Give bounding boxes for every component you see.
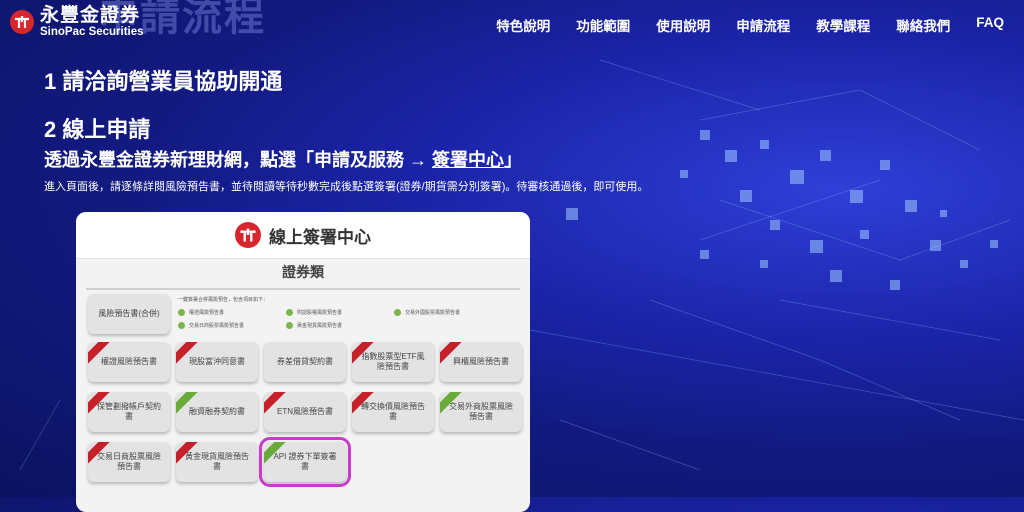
document-tile[interactable]: 興櫃風險預告書 <box>440 342 522 382</box>
step-2-heading: 2 線上申請 <box>44 117 151 142</box>
document-tile[interactable]: 現股當沖同意書 <box>176 342 258 382</box>
checklist-item: 交易日商股票風險預告書 <box>178 322 244 329</box>
nav-usage[interactable]: 使用說明 <box>643 15 723 35</box>
check-icon <box>286 322 293 329</box>
main-nav: 特色說明 功能範圍 使用說明 申請流程 教學課程 聯絡我們 FAQ <box>483 15 1006 35</box>
nav-courses[interactable]: 教學課程 <box>803 15 883 35</box>
instruction-note: 進入頁面後，請逐條詳閱風險預告書，並待閱讀等待秒數完成後點選簽署(證券/期貨需分… <box>44 181 649 193</box>
instruction-prefix: 透過永豐金證券新理財網，點選「申請及服務 → <box>44 150 432 170</box>
tile-label: 權證風險預告書 <box>101 357 157 366</box>
tile-label: 轉交換債風險預告書 <box>361 402 425 421</box>
tile-label: 交易外商股票風險預告書 <box>449 402 513 421</box>
nav-faq[interactable]: FAQ <box>963 15 1006 35</box>
signing-center-link[interactable]: 簽署中心 <box>432 150 504 170</box>
tile-label: 風險預告書(合併) <box>98 309 160 318</box>
checklist-item: 附認股權風險預告書 <box>286 309 342 316</box>
nav-scope[interactable]: 功能範圍 <box>563 15 643 35</box>
tile-label: API 證券下單簽署書 <box>273 452 337 471</box>
tile-label: 融資融券契約書 <box>189 407 245 416</box>
brand-name-en: SinoPac Securities <box>40 26 144 38</box>
instruction-suffix: 」 <box>504 150 522 170</box>
combined-risk-tile[interactable]: 風險預告書(合併) <box>88 294 170 334</box>
signing-center-card: 線上簽署中心 證券類 風險預告書(合併) 一鍵簽署合併風險預告，包含項目如下： … <box>76 212 530 512</box>
document-tile[interactable]: 黃金現貨風險預告書 <box>176 442 258 482</box>
checklist-intro: 一鍵簽署合併風險預告，包含項目如下： <box>178 297 269 303</box>
check-icon <box>286 309 293 316</box>
tile-label: ETN風險預告書 <box>277 407 333 416</box>
nav-contact[interactable]: 聯絡我們 <box>883 15 963 35</box>
tile-label: 券差借貸契約書 <box>277 357 333 366</box>
tile-label: 指數股票型ETF風險預告書 <box>361 352 425 371</box>
instruction-line: 透過永豐金證券新理財網，點選「申請及服務 → 簽署中心」 <box>44 146 522 172</box>
tile-label: 現股當沖同意書 <box>189 357 245 366</box>
tile-label: 保管劃撥帳戶契約書 <box>97 402 161 421</box>
document-tile[interactable]: ETN風險預告書 <box>264 392 346 432</box>
check-icon <box>178 309 185 316</box>
checklist-item: 黃金現貨風險預告書 <box>286 322 342 329</box>
nav-features[interactable]: 特色說明 <box>483 15 563 35</box>
section-title: 證券類 <box>86 262 520 290</box>
check-icon <box>178 322 185 329</box>
top-header: 申請流程 永豐金證券 SinoPac Securities 特色說明 功能範圍 … <box>0 0 1024 54</box>
checklist-item: 交易外國股票風險預告書 <box>394 309 460 316</box>
step-1-heading: 1 請洽詢營業員協助開通 <box>44 69 283 94</box>
check-icon <box>394 309 401 316</box>
document-tile[interactable]: 權證風險預告書 <box>88 342 170 382</box>
brand-logo[interactable]: 永豐金證券 SinoPac Securities <box>10 6 144 39</box>
document-tile[interactable]: 保管劃撥帳戶契約書 <box>88 392 170 432</box>
card-header: 線上簽署中心 <box>76 212 530 259</box>
tile-label: 黃金現貨風險預告書 <box>185 452 249 471</box>
document-tile[interactable]: 轉交換債風險預告書 <box>352 392 434 432</box>
document-tile[interactable]: 指數股票型ETF風險預告書 <box>352 342 434 382</box>
brand-name-cn: 永豐金證券 <box>40 5 141 26</box>
document-tile[interactable]: 券差借貸契約書 <box>264 342 346 382</box>
document-tile[interactable]: 交易外商股票風險預告書 <box>440 392 522 432</box>
nav-apply-process[interactable]: 申請流程 <box>723 15 803 35</box>
tile-label: 交易日商股票風險預告書 <box>97 452 161 471</box>
tile-label: 興櫃風險預告書 <box>453 357 509 366</box>
document-tile[interactable]: 交易日商股票風險預告書 <box>88 442 170 482</box>
sinopac-logo-icon <box>235 222 261 248</box>
sinopac-logo-icon <box>10 10 34 35</box>
document-tile[interactable]: 融資融券契約書 <box>176 392 258 432</box>
checklist-item: 權證風險預告書 <box>178 309 224 316</box>
card-title: 線上簽署中心 <box>269 227 371 247</box>
document-tile[interactable]: API 證券下單簽署書 <box>259 437 351 487</box>
